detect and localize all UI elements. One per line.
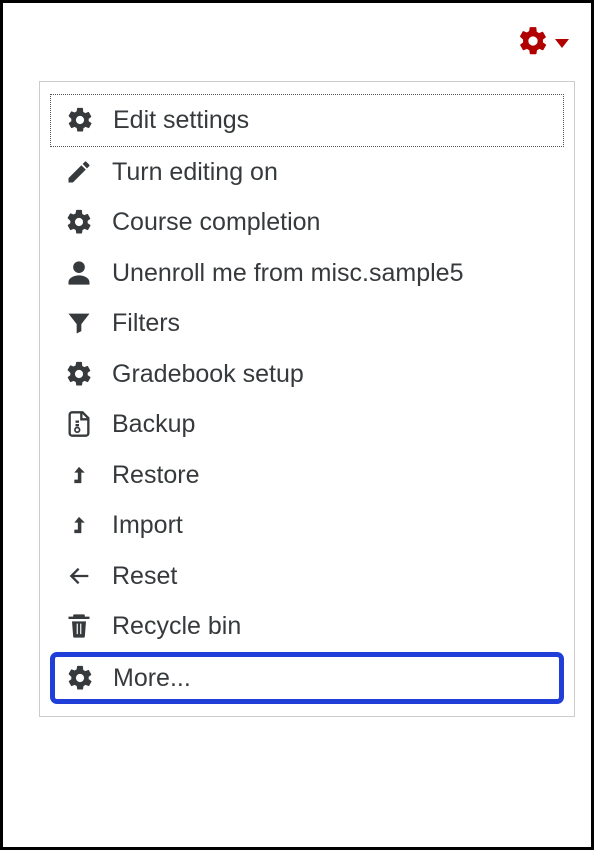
- arrow-up-turn-icon: [64, 510, 94, 540]
- menu-item-edit-settings[interactable]: Edit settings: [50, 94, 564, 147]
- user-icon: [64, 258, 94, 288]
- menu-item-turn-editing-on[interactable]: Turn editing on: [50, 147, 564, 198]
- menu-item-course-completion[interactable]: Course completion: [50, 197, 564, 248]
- menu-item-restore[interactable]: Restore: [50, 450, 564, 501]
- menu-item-label: Restore: [112, 459, 546, 492]
- menu-item-reset[interactable]: Reset: [50, 551, 564, 602]
- menu-item-more[interactable]: More...: [50, 652, 564, 705]
- gear-icon: [65, 105, 95, 135]
- menu-item-label: More...: [113, 662, 545, 695]
- menu-item-label: Turn editing on: [112, 156, 546, 189]
- course-admin-dropdown: Edit settings Turn editing on Course compl…: [39, 81, 575, 717]
- menu-item-label: Reset: [112, 560, 546, 593]
- menu-item-import[interactable]: Import: [50, 500, 564, 551]
- funnel-icon: [64, 308, 94, 338]
- menu-item-label: Edit settings: [113, 104, 545, 137]
- zip-file-icon: [64, 409, 94, 439]
- menu-item-recycle-bin[interactable]: Recycle bin: [50, 601, 564, 652]
- gear-icon: [64, 207, 94, 237]
- menu-item-unenroll-me-from-misc-sample5[interactable]: Unenroll me from misc.sample5: [50, 248, 564, 299]
- menu-item-label: Recycle bin: [112, 610, 546, 643]
- pencil-icon: [64, 157, 94, 187]
- menu-item-label: Filters: [112, 307, 546, 340]
- caret-down-icon: [555, 39, 569, 48]
- gear-icon: [64, 359, 94, 389]
- menu-item-label: Import: [112, 509, 546, 542]
- menu-item-gradebook-setup[interactable]: Gradebook setup: [50, 349, 564, 400]
- arrow-up-turn-icon: [64, 460, 94, 490]
- menu-item-label: Course completion: [112, 206, 546, 239]
- settings-gear-toggle[interactable]: [517, 25, 569, 62]
- menu-item-label: Backup: [112, 408, 546, 441]
- arrow-left-icon: [64, 561, 94, 591]
- gear-icon: [65, 663, 95, 693]
- menu-item-label: Unenroll me from misc.sample5: [112, 257, 546, 290]
- menu-item-label: Gradebook setup: [112, 358, 546, 391]
- menu-item-backup[interactable]: Backup: [50, 399, 564, 450]
- menu-item-filters[interactable]: Filters: [50, 298, 564, 349]
- trash-icon: [64, 611, 94, 641]
- gear-icon: [517, 25, 549, 62]
